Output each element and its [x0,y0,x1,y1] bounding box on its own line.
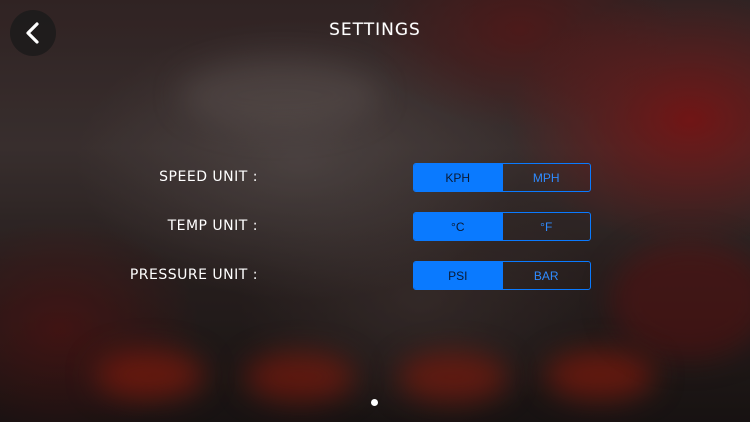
page-title: SETTINGS [329,20,421,40]
pressure-unit-selector: PSI BAR [413,261,591,290]
speed-unit-kph-option[interactable]: KPH [414,164,502,191]
speed-unit-selector: KPH MPH [413,163,591,192]
temp-unit-row: TEMP UNIT : °C °F [0,212,750,241]
speed-unit-label: SPEED UNIT : [159,169,258,185]
pressure-unit-bar-option[interactable]: BAR [501,262,591,289]
page-indicator-dot[interactable] [371,399,378,406]
blurred-background [0,0,750,422]
temp-unit-fahrenheit-option[interactable]: °F [501,213,591,240]
pressure-unit-psi-option[interactable]: PSI [414,262,502,289]
speed-unit-mph-option[interactable]: MPH [501,164,591,191]
pressure-unit-label: PRESSURE UNIT : [129,267,258,283]
temp-unit-label: TEMP UNIT : [167,218,258,234]
speed-unit-row: SPEED UNIT : KPH MPH [0,163,750,192]
pressure-unit-row: PRESSURE UNIT : PSI BAR [0,261,750,290]
temp-unit-selector: °C °F [413,212,591,241]
temp-unit-celsius-option[interactable]: °C [414,213,502,240]
